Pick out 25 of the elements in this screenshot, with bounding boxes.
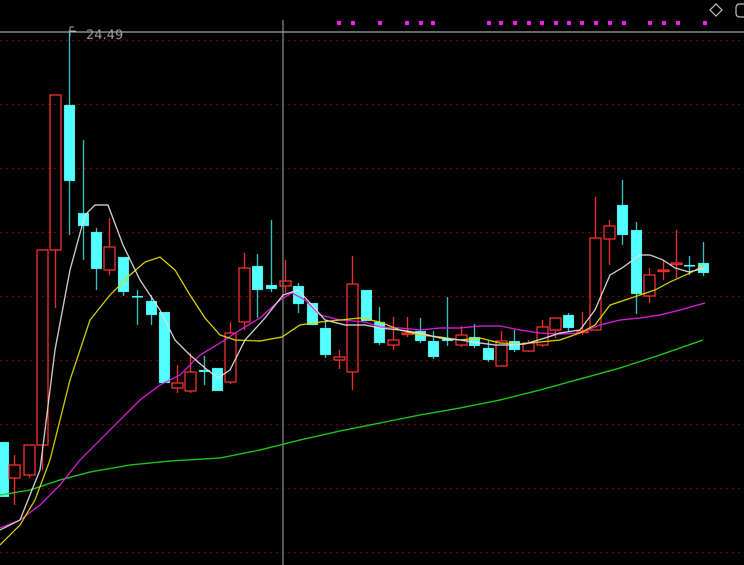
candlestick — [549, 317, 562, 338]
candlestick — [455, 326, 468, 347]
candlestick — [184, 353, 197, 393]
candlestick — [132, 290, 143, 325]
candlestick — [266, 220, 277, 292]
high-price-label: 24.49 — [86, 28, 124, 43]
candlestick — [469, 324, 480, 348]
candlestick — [199, 356, 210, 385]
diamond-icon[interactable] — [709, 3, 723, 17]
candlestick — [279, 260, 292, 293]
candlestick — [293, 283, 304, 313]
candlestick — [415, 318, 426, 343]
candlestick — [320, 322, 331, 358]
candlestick — [563, 313, 574, 331]
candlestick — [374, 307, 385, 345]
leader-line — [70, 26, 76, 36]
candlestick — [118, 256, 129, 296]
candlestick — [252, 254, 263, 318]
candlestick — [428, 331, 439, 359]
candlestick — [361, 289, 372, 322]
candlestick — [698, 242, 709, 276]
candlestick — [442, 297, 453, 346]
candlestick — [146, 295, 157, 325]
candlestick — [103, 218, 116, 275]
candlestick — [91, 228, 102, 290]
